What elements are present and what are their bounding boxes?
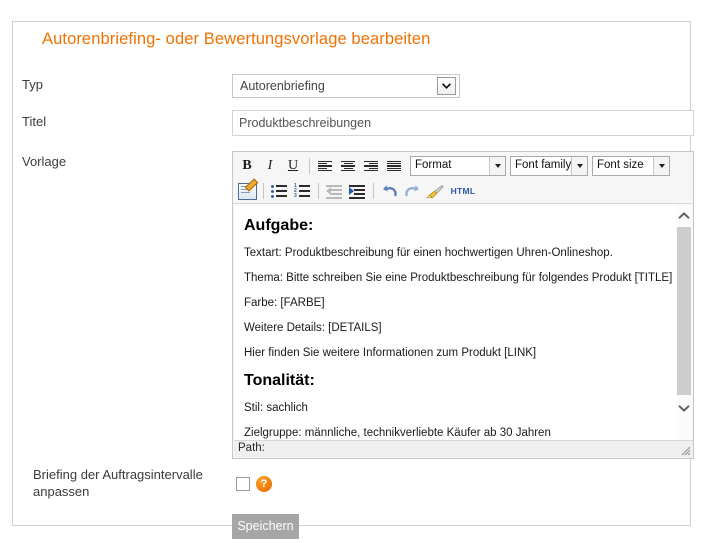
page-root: Autorenbriefing- oder Bewertungsvorlage … — [0, 0, 706, 543]
italic-button[interactable]: I — [259, 156, 281, 177]
toolbar-separator — [263, 183, 264, 199]
type-select-value: Autorenbriefing — [240, 79, 325, 93]
editor-scrollbar[interactable] — [676, 205, 692, 441]
scrollbar-thumb[interactable] — [677, 227, 691, 395]
font-family-dropdown-label: Font family — [515, 159, 572, 171]
font-size-dropdown[interactable]: Font size — [592, 156, 670, 176]
redo-button[interactable] — [401, 181, 423, 202]
page-title: Autorenbriefing- oder Bewertungsvorlage … — [36, 30, 438, 49]
format-dropdown[interactable]: Format — [410, 156, 506, 176]
undo-icon — [382, 185, 397, 197]
bullet-list-button[interactable] — [268, 181, 290, 202]
format-dropdown-label: Format — [415, 159, 452, 171]
align-right-icon — [364, 160, 378, 172]
editor-toolbar: B I U Format Font family Font size 1 2 3… — [233, 152, 693, 204]
type-select[interactable]: Autorenbriefing — [232, 74, 460, 98]
content-heading-tonalitaet: Tonalität: — [244, 372, 315, 389]
align-center-button[interactable] — [337, 156, 359, 177]
indent-icon — [349, 185, 365, 199]
briefing-interval-checkbox[interactable] — [236, 477, 250, 491]
editor-content-inner: Aufgabe: Textart: Produktbeschreibung fü… — [234, 205, 678, 441]
align-left-button[interactable] — [314, 156, 336, 177]
html-icon: HTML — [450, 186, 476, 196]
font-size-dropdown-label: Font size — [597, 159, 644, 171]
bold-button[interactable]: B — [236, 156, 258, 177]
bullet-list-icon — [271, 184, 287, 198]
chevron-down-icon — [678, 405, 690, 412]
title-input[interactable]: Produktbeschreibungen — [232, 110, 694, 136]
html-button[interactable]: HTML — [447, 181, 479, 202]
align-left-icon — [318, 160, 332, 172]
font-family-dropdown[interactable]: Font family — [510, 156, 588, 176]
format-dropdown-arrow[interactable] — [489, 157, 505, 175]
toolbar-separator — [318, 183, 319, 199]
rich-text-editor[interactable]: B I U Format Font family Font size 1 2 3… — [232, 151, 694, 459]
resize-grip-icon[interactable] — [679, 444, 691, 456]
cleanup-button[interactable] — [424, 181, 446, 202]
label-titel: Titel — [22, 114, 47, 129]
edit-template-fieldset: Autorenbriefing- oder Bewertungsvorlage … — [12, 21, 694, 539]
italic-icon: I — [267, 158, 273, 173]
align-center-icon — [341, 160, 355, 172]
chevron-up-icon — [678, 212, 690, 219]
title-input-value: Produktbeschreibungen — [239, 116, 372, 130]
type-select-button[interactable] — [437, 77, 456, 95]
edit-document-icon — [237, 177, 258, 200]
toolbar-separator — [309, 158, 310, 174]
underline-icon: U — [287, 158, 299, 173]
content-paragraph: Zielgruppe: männliche, technikverliebte … — [244, 427, 551, 439]
align-justify-button[interactable] — [383, 156, 405, 177]
chevron-down-icon — [442, 83, 451, 89]
label-vorlage: Vorlage — [22, 154, 67, 169]
cleanup-brush-icon — [426, 184, 444, 198]
label-typ: Typ — [22, 77, 43, 92]
content-paragraph: Textart: Produktbeschreibung für einen h… — [244, 247, 613, 259]
bold-icon: B — [242, 158, 252, 173]
indent-button[interactable] — [346, 181, 368, 202]
undo-button[interactable] — [378, 181, 400, 202]
align-right-button[interactable] — [360, 156, 382, 177]
save-button[interactable]: Speichern — [232, 514, 299, 539]
font-family-dropdown-arrow[interactable] — [571, 157, 587, 175]
outdent-button[interactable] — [323, 181, 345, 202]
editor-content-area[interactable]: Aufgabe: Textart: Produktbeschreibung fü… — [234, 205, 679, 441]
align-justify-icon — [387, 160, 401, 172]
content-heading-aufgabe: Aufgabe: — [244, 217, 314, 234]
toolbar-separator — [373, 183, 374, 199]
content-paragraph: Hier finden Sie weitere Informationen zu… — [244, 347, 537, 359]
label-briefing-intervalle: Briefing der Auftragsintervalle anpassen — [33, 467, 203, 499]
numbered-list-icon: 123 — [294, 184, 310, 199]
numbered-list-button[interactable]: 123 — [291, 181, 313, 202]
editor-statusbar: Path: — [234, 440, 693, 457]
toolbar-row-2: 123 HTML — [236, 177, 480, 203]
font-size-dropdown-arrow[interactable] — [653, 157, 669, 175]
help-icon[interactable]: ? — [256, 476, 272, 492]
content-paragraph: Thema: Bitte schreiben Sie eine Produktb… — [244, 272, 673, 284]
scroll-up-button[interactable] — [676, 207, 692, 225]
redo-icon — [404, 185, 419, 197]
content-paragraph: Weitere Details: [DETAILS] — [244, 322, 382, 334]
edit-source-button[interactable] — [236, 177, 258, 202]
scroll-down-button[interactable] — [676, 399, 692, 417]
toolbar-row-1: B I U Format Font family Font size — [236, 154, 674, 178]
underline-button[interactable]: U — [282, 156, 304, 177]
path-label: Path: — [238, 442, 265, 454]
outdent-icon — [326, 185, 342, 199]
content-paragraph: Farbe: [FARBE] — [244, 297, 325, 309]
content-paragraph: Stil: sachlich — [244, 402, 308, 414]
